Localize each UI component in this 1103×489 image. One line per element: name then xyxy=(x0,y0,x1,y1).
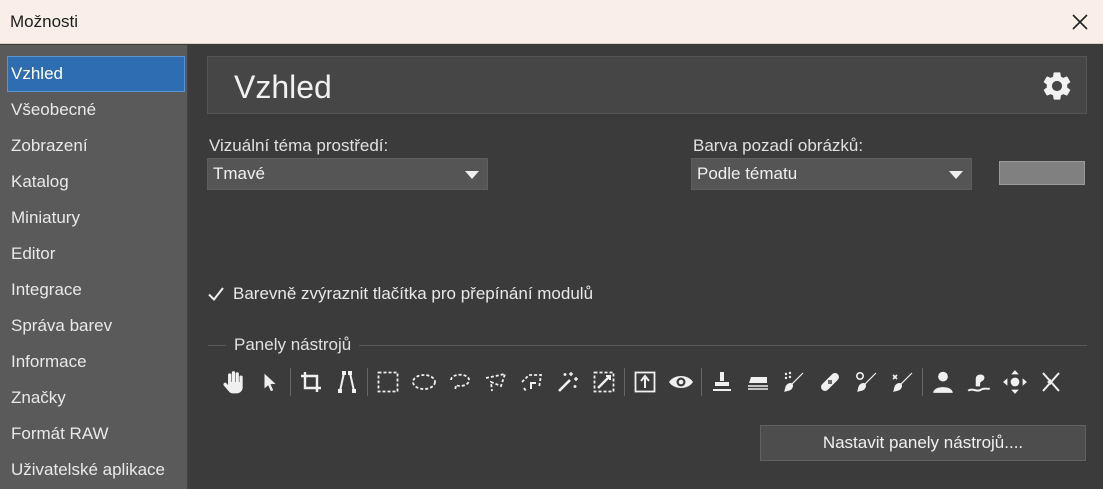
tool-arrow[interactable] xyxy=(252,365,288,399)
page-header: Vzhled xyxy=(207,56,1087,114)
tool-eye[interactable] xyxy=(663,365,699,399)
toolbars-group-title: Panely nástrojů xyxy=(226,335,360,355)
brush-alt-icon xyxy=(892,372,913,392)
sidebar-item-vzhled[interactable]: Vzhled xyxy=(7,56,185,92)
ellipse-select-icon xyxy=(412,374,436,390)
tool-magnetic-lasso[interactable] xyxy=(514,365,550,399)
person-icon xyxy=(933,371,953,393)
tool-ellipse-select[interactable] xyxy=(406,365,442,399)
sidebar-item-zobrazeni[interactable]: Zobrazení xyxy=(7,128,185,164)
tool-rect-select[interactable] xyxy=(370,365,406,399)
bandage-icon xyxy=(821,373,839,391)
toolbar-separator xyxy=(624,368,625,396)
sidebar-item-editor[interactable]: Editor xyxy=(7,236,185,272)
move-icon xyxy=(1003,370,1027,394)
lasso-icon xyxy=(450,373,470,392)
tool-brush[interactable] xyxy=(848,365,884,399)
sidebar-item-miniatury[interactable]: Miniatury xyxy=(7,200,185,236)
tool-warp[interactable] xyxy=(1033,365,1069,399)
rect-select-icon xyxy=(377,371,399,393)
background-color-select[interactable]: Podle tématu xyxy=(691,158,972,190)
tool-gradient-mask[interactable] xyxy=(586,365,622,399)
sidebar-item-integrace[interactable]: Integrace xyxy=(7,272,185,308)
tool-brush-alt[interactable] xyxy=(884,365,920,399)
perspective-icon xyxy=(338,371,356,393)
toolbar-separator xyxy=(290,368,291,396)
highlight-buttons-checkbox[interactable] xyxy=(206,284,226,304)
background-color-swatch[interactable] xyxy=(999,161,1085,185)
sidebar-item-uzivatelske-aplikace[interactable]: Uživatelské aplikace xyxy=(7,452,185,488)
configure-toolbars-button[interactable]: Nastavit panely nástrojů.... xyxy=(760,425,1086,461)
theme-select-value: Tmavé xyxy=(213,164,265,183)
main-panel: Vzhled Vizuální téma prostředí: Tmavé Ba… xyxy=(188,45,1103,489)
window-title: Možnosti xyxy=(10,12,79,31)
export-icon xyxy=(634,371,656,393)
polygon-lasso-icon xyxy=(485,372,507,392)
tool-spray-brush[interactable] xyxy=(776,365,812,399)
tool-bandage[interactable] xyxy=(812,365,848,399)
theme-label: Vizuální téma prostředí: xyxy=(209,136,389,155)
arrow-pointer-icon xyxy=(264,373,276,392)
toolbar-separator xyxy=(367,368,368,396)
sidebar-item-sprava-barev[interactable]: Správa barev xyxy=(7,308,185,344)
close-button[interactable] xyxy=(1057,0,1103,44)
highlight-buttons-checkbox-row[interactable]: Barevně zvýraznit tlačítka pro přepínání… xyxy=(206,282,593,306)
theme-select[interactable]: Tmavé xyxy=(207,158,488,190)
warp-icon xyxy=(1042,372,1060,392)
page-title: Vzhled xyxy=(234,69,332,105)
tool-polygon-lasso[interactable] xyxy=(478,365,514,399)
chevron-down-icon xyxy=(465,171,479,179)
toolbar-preview xyxy=(216,365,1069,399)
title-bar: Možnosti xyxy=(0,0,1103,44)
brush-icon xyxy=(855,371,877,392)
sidebar-item-znacky[interactable]: Značky xyxy=(7,380,185,416)
tool-lasso[interactable] xyxy=(442,365,478,399)
crop-icon xyxy=(301,372,321,392)
magic-wand-icon xyxy=(558,372,578,392)
chevron-down-icon xyxy=(949,171,963,179)
gear-icon xyxy=(1043,72,1071,100)
tool-smudge[interactable] xyxy=(961,365,997,399)
sidebar-item-format-raw[interactable]: Formát RAW xyxy=(7,416,185,452)
tool-magic-wand[interactable] xyxy=(550,365,586,399)
toolbar-separator xyxy=(701,368,702,396)
tool-hand[interactable] xyxy=(216,365,252,399)
checkmark-icon xyxy=(208,287,224,302)
background-color-select-value: Podle tématu xyxy=(697,164,798,183)
gradient-mask-icon xyxy=(593,371,615,393)
sidebar-item-katalog[interactable]: Katalog xyxy=(7,164,185,200)
tool-crop[interactable] xyxy=(293,365,329,399)
smudge-icon xyxy=(967,374,991,392)
tool-move[interactable] xyxy=(997,365,1033,399)
tool-export[interactable] xyxy=(627,365,663,399)
sidebar-item-informace[interactable]: Informace xyxy=(7,344,185,380)
magnetic-lasso-icon xyxy=(521,374,543,392)
eraser-icon xyxy=(748,377,768,390)
tool-perspective[interactable] xyxy=(329,365,365,399)
sidebar: Vzhled Všeobecné Zobrazení Katalog Minia… xyxy=(0,45,188,489)
hand-icon xyxy=(223,371,243,394)
toolbar-separator xyxy=(922,368,923,396)
highlight-buttons-label: Barevně zvýraznit tlačítka pro přepínání… xyxy=(233,284,594,303)
eye-icon xyxy=(669,376,693,388)
spray-brush-icon xyxy=(784,371,804,392)
close-icon xyxy=(1072,14,1088,30)
tool-clone-stamp[interactable] xyxy=(704,365,740,399)
sidebar-item-vseobecne[interactable]: Všeobecné xyxy=(7,92,185,128)
tool-eraser[interactable] xyxy=(740,365,776,399)
background-color-label: Barva pozadí obrázků: xyxy=(693,136,864,155)
clone-stamp-icon xyxy=(713,372,731,391)
tool-person[interactable] xyxy=(925,365,961,399)
